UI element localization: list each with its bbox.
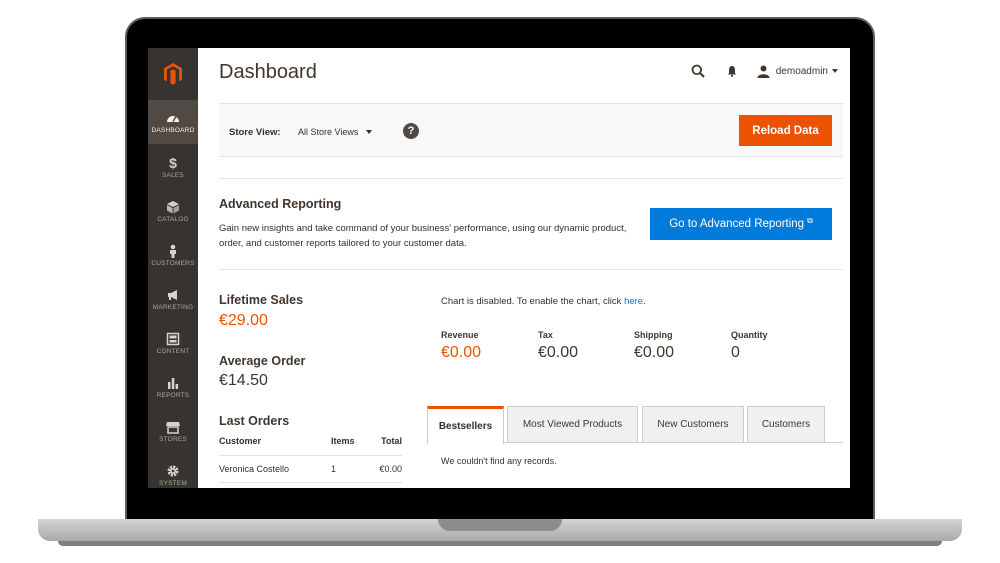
kpi-revenue: Revenue €0.00 — [441, 330, 481, 362]
kpi-label: Revenue — [441, 330, 479, 340]
chart-disabled-message: Chart is disabled. To enable the chart, … — [441, 296, 646, 307]
sidebar-item-content[interactable]: CONTENT — [148, 321, 198, 365]
lifetime-sales-label: Lifetime Sales — [219, 293, 304, 307]
screen: DASHBOARD $ SALES CATALOG CUSTOMERS MARK… — [148, 48, 850, 488]
chevron-down-icon — [832, 69, 838, 73]
sidebar-item-label: CATALOG — [157, 215, 189, 223]
tab-customers[interactable]: Customers — [747, 406, 825, 442]
chevron-down-icon — [366, 130, 373, 134]
help-icon[interactable]: ? — [403, 123, 419, 139]
sidebar-item-label: SALES — [162, 171, 184, 179]
sidebar-item-label: REPORTS — [156, 391, 190, 399]
sidebar-item-stores[interactable]: STORES — [148, 409, 198, 453]
sidebar-item-label: STORES — [159, 435, 187, 443]
admin-sidebar: DASHBOARD $ SALES CATALOG CUSTOMERS MARK… — [148, 48, 198, 488]
sidebar-item-label: CUSTOMERS — [151, 259, 195, 267]
laptop-base-shadow — [58, 541, 942, 546]
store-view-selected: All Store Views — [298, 127, 359, 137]
tab-bestsellers[interactable]: Bestsellers — [427, 406, 504, 444]
search-icon[interactable] — [689, 62, 707, 80]
section-divider — [219, 178, 843, 179]
average-order-label: Average Order — [219, 354, 306, 368]
chart-message-text: Chart is disabled. To enable the chart, … — [441, 296, 622, 307]
sidebar-item-catalog[interactable]: CATALOG — [148, 189, 198, 233]
column-header-customer: Customer — [219, 436, 262, 446]
content-icon — [166, 332, 180, 345]
bar-chart-icon — [168, 377, 179, 389]
dashboard-icon — [167, 115, 179, 122]
sidebar-item-label: CONTENT — [156, 347, 190, 355]
sidebar-item-label: SYSTEM — [159, 479, 187, 487]
main-content: Dashboard demoadmin Store View: All Stor… — [198, 48, 850, 488]
person-icon — [170, 244, 176, 258]
order-customer: Veronica Costello — [219, 464, 290, 474]
sidebar-item-customers[interactable]: CUSTOMERS — [148, 233, 198, 277]
storefront-icon — [166, 421, 180, 434]
chart-message-period: . — [643, 296, 646, 307]
kpi-label: Quantity — [731, 330, 768, 340]
magento-logo-icon[interactable] — [148, 48, 198, 100]
column-header-total: Total — [381, 436, 402, 446]
reload-data-button[interactable]: Reload Data — [739, 115, 832, 146]
dollar-icon: $ — [169, 156, 177, 170]
store-view-label: Store View: — [229, 127, 281, 138]
bell-icon[interactable] — [723, 62, 741, 80]
kpi-label: Tax — [538, 330, 553, 340]
external-link-icon: ⧉ — [807, 216, 813, 225]
page-title: Dashboard — [219, 61, 317, 83]
sidebar-item-dashboard[interactable]: DASHBOARD — [148, 100, 198, 144]
store-view-bar: Store View: All Store Views ? Reload Dat… — [219, 103, 843, 157]
kpi-label: Shipping — [634, 330, 673, 340]
sidebar-item-label: MARKETING — [152, 303, 194, 311]
user-menu[interactable]: demoadmin — [757, 65, 838, 78]
store-view-select[interactable]: All Store Views — [298, 127, 373, 137]
sidebar-item-marketing[interactable]: MARKETING — [148, 277, 198, 321]
column-header-items: Items — [331, 436, 355, 446]
last-orders-title: Last Orders — [219, 414, 290, 428]
average-order-value: €14.50 — [219, 372, 268, 389]
order-items: 1 — [331, 464, 337, 474]
megaphone-icon — [168, 289, 177, 300]
kpi-value: €0.00 — [441, 344, 482, 361]
lifetime-sales-value: €29.00 — [219, 312, 268, 329]
table-divider — [219, 482, 402, 483]
sidebar-item-label: DASHBOARD — [151, 126, 195, 134]
username: demoadmin — [775, 65, 828, 77]
section-divider — [219, 269, 843, 270]
kpi-quantity: Quantity 0 — [731, 330, 768, 362]
advanced-reporting-description: Gain new insights and take command of yo… — [219, 223, 627, 249]
header-actions: demoadmin — [689, 62, 838, 80]
cube-icon — [167, 200, 179, 213]
sidebar-item-sales[interactable]: $ SALES — [148, 145, 198, 189]
tab-new-customers[interactable]: New Customers — [642, 406, 744, 442]
svg-text:$: $ — [169, 156, 177, 170]
advanced-reporting-title: Advanced Reporting — [219, 197, 342, 211]
advanced-reporting-button[interactable]: Go to Advanced Reporting ⧉ — [650, 208, 832, 240]
user-icon — [757, 65, 770, 78]
dashboard-tabs: Bestsellers Most Viewed Products New Cus… — [427, 406, 843, 444]
kpi-value: 0 — [731, 344, 740, 361]
kpi-value: €0.00 — [538, 344, 579, 361]
kpi-shipping: Shipping €0.00 — [634, 330, 674, 362]
enable-chart-link[interactable]: here — [624, 296, 643, 307]
advanced-reporting-button-label: Go to Advanced Reporting — [669, 218, 805, 230]
table-divider — [219, 455, 402, 456]
order-total: €0.00 — [379, 464, 402, 474]
tab-most-viewed-products[interactable]: Most Viewed Products — [507, 406, 638, 442]
kpi-tax: Tax €0.00 — [538, 330, 578, 362]
sidebar-item-system[interactable]: SYSTEM — [148, 453, 198, 488]
gear-icon — [167, 465, 179, 476]
empty-records-message: We couldn't find any records. — [441, 456, 557, 466]
laptop-notch — [438, 519, 562, 531]
sidebar-item-reports[interactable]: REPORTS — [148, 365, 198, 409]
kpi-value: €0.00 — [634, 344, 675, 361]
